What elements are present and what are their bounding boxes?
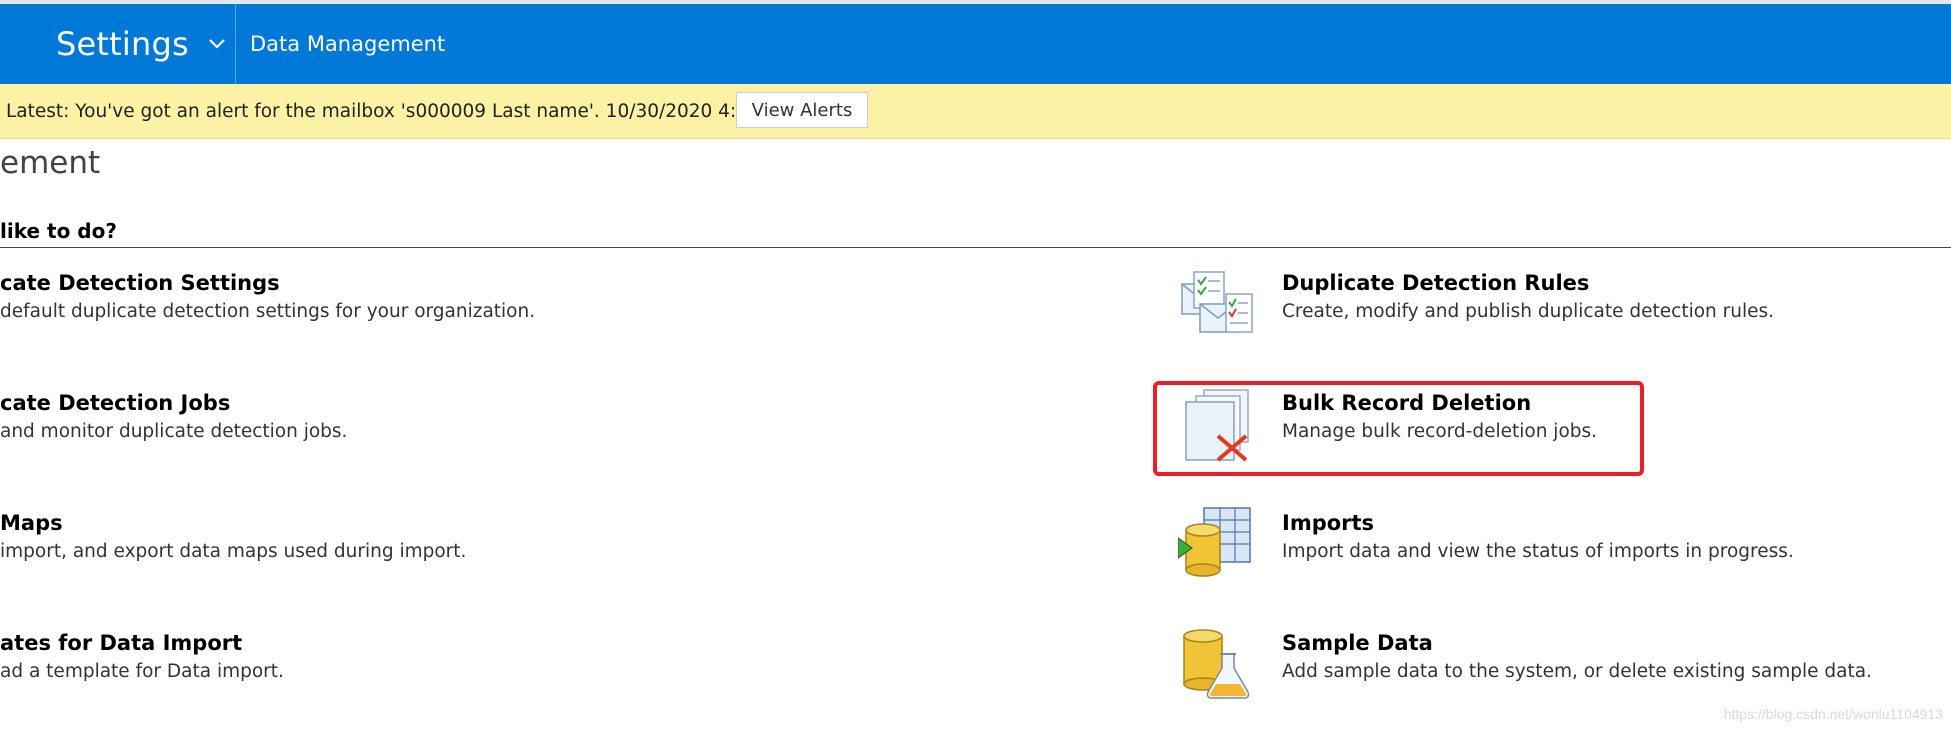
item-description: Create, modify and publish duplicate det…: [1282, 301, 1775, 322]
item-description: default duplicate detection settings for…: [0, 301, 536, 322]
duplicate-detection-rules-item[interactable]: Duplicate Detection Rules Create, modify…: [1282, 269, 1774, 327]
duplicate-detection-settings-item[interactable]: cate Detection Settings default duplicat…: [0, 269, 535, 327]
section-divider: [0, 247, 1951, 248]
settings-nav-label: Settings: [56, 25, 189, 63]
highlight-annotation-box: [1153, 381, 1644, 476]
duplicate-detection-rules-icon[interactable]: [1178, 264, 1256, 342]
item-title: Duplicate Detection Rules: [1282, 271, 1590, 295]
item-title: Sample Data: [1282, 631, 1433, 655]
templates-for-data-import-item[interactable]: ates for Data Import ad a template for D…: [0, 629, 284, 687]
view-alerts-button[interactable]: View Alerts: [736, 92, 868, 128]
item-title: Imports: [1282, 511, 1375, 535]
imports-item[interactable]: Imports Import data and view the status …: [1282, 509, 1794, 567]
item-title: cate Detection Jobs: [0, 391, 231, 415]
item-title: Maps: [0, 511, 63, 535]
watermark: https://blog.csdn.net/wonlu1104913: [1723, 706, 1943, 722]
item-description: import, and export data maps used during…: [0, 541, 467, 562]
alert-message: Latest: You've got an alert for the mail…: [6, 100, 793, 122]
section-heading: like to do?: [0, 219, 117, 243]
nav-divider: [235, 4, 236, 84]
sample-data-icon[interactable]: [1178, 624, 1256, 702]
item-description: ad a template for Data import.: [0, 661, 284, 682]
sample-data-item[interactable]: Sample Data Add sample data to the syste…: [1282, 629, 1872, 687]
imports-icon[interactable]: [1177, 504, 1256, 582]
item-description: Add sample data to the system, or delete…: [1282, 661, 1872, 682]
item-description: and monitor duplicate detection jobs.: [0, 421, 348, 442]
duplicate-detection-jobs-item[interactable]: cate Detection Jobs and monitor duplicat…: [0, 389, 347, 447]
nav-bar: Settings Data Management: [0, 4, 1951, 84]
data-maps-item[interactable]: Maps import, and export data maps used d…: [0, 509, 466, 567]
settings-nav-button[interactable]: Settings: [56, 4, 227, 84]
item-title: cate Detection Settings: [0, 271, 280, 295]
page: Settings Data Management Latest: You've …: [0, 0, 1951, 736]
alert-bar: Latest: You've got an alert for the mail…: [0, 84, 1951, 139]
page-title: ement: [0, 145, 101, 181]
item-title: ates for Data Import: [0, 631, 243, 655]
item-description: Import data and view the status of impor…: [1282, 541, 1794, 562]
chevron-down-icon: [207, 34, 227, 54]
breadcrumb-data-management[interactable]: Data Management: [250, 4, 445, 84]
